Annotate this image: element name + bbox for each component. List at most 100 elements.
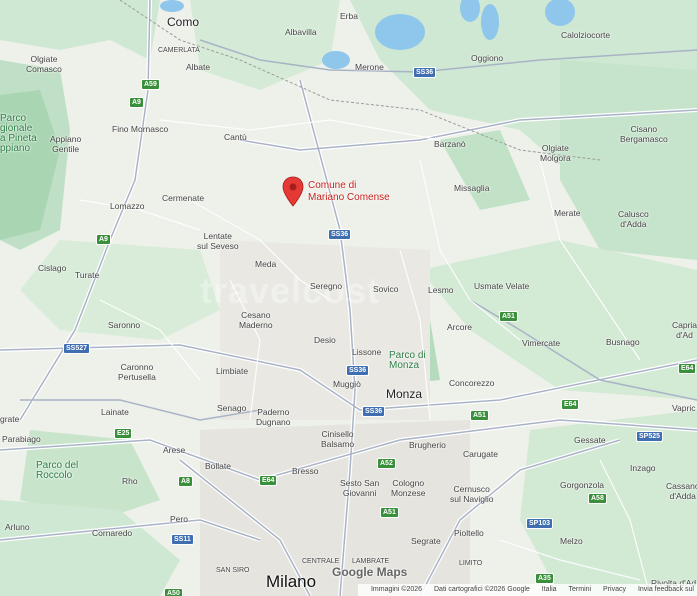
road-shield: A35 — [535, 573, 554, 584]
place-vaprio: Vapric — [672, 403, 696, 413]
place-segrate: Segrate — [411, 536, 441, 546]
road-shield: A51 — [470, 410, 489, 421]
road-shield: A51 — [499, 311, 518, 322]
place-bollate: Bollate — [205, 461, 231, 471]
attribution-imagery: Immagini ©2026 — [370, 586, 423, 593]
place-busnago: Busnago — [606, 337, 640, 347]
place-gessate: Gessate — [574, 435, 606, 445]
place-brugherio: Brugherio — [409, 440, 446, 450]
road-shield: A9 — [96, 234, 111, 245]
place-gorgonzola: Gorgonzola — [560, 480, 604, 490]
place-desio: Desio — [314, 335, 336, 345]
place-merone: Merone — [355, 62, 384, 72]
place-cesano: Cesano Maderno — [239, 310, 273, 330]
road-shield: SP103 — [526, 518, 554, 529]
road-shield: A51 — [380, 507, 399, 518]
place-paderno: Paderno Dugnano — [256, 407, 291, 427]
place-melzo: Melzo — [560, 536, 583, 546]
place-cologno: Cologno Monzese — [391, 478, 426, 498]
place-camerlata: CAMERLATA — [158, 47, 200, 54]
place-cisano-bergamasco: Cisano Bergamasco — [620, 124, 668, 144]
terms-link[interactable]: Termini — [569, 586, 592, 593]
road-shield: SS11 — [171, 534, 194, 545]
road-shield: A50 — [164, 588, 183, 596]
road-shield: A58 — [588, 493, 607, 504]
attribution-bar: Immagini ©2026 Dati cartografici ©2026 G… — [357, 584, 697, 596]
road-shield: SS36 — [413, 67, 437, 78]
place-arese: Arese — [163, 445, 186, 455]
place-oggiono: Oggiono — [471, 53, 504, 63]
place-appiano-gentile: Appiano Gentile — [50, 134, 82, 154]
place-lainate: Lainate — [101, 407, 129, 417]
road-shield: SP525 — [636, 431, 664, 442]
place-san-siro: SAN SIRO — [216, 567, 250, 574]
place-limito: LIMITO — [459, 560, 483, 567]
place-como: Como — [167, 15, 200, 29]
pin-label-line2: Mariano Comense — [308, 192, 390, 203]
place-cinisello: Cinisello Balsamo — [321, 429, 355, 449]
place-albate: Albate — [186, 62, 211, 72]
place-caronno: Caronno Pertusella — [118, 362, 156, 382]
place-lissone: Lissone — [352, 347, 382, 357]
place-rho: Rho — [122, 476, 138, 486]
place-carugate: Carugate — [463, 449, 498, 459]
road-shield: A8 — [178, 476, 193, 487]
place-olgiate-comasco: Olgiate Comasco — [26, 54, 62, 74]
place-milano: Milano — [266, 572, 317, 591]
place-arluno: Arluno — [5, 522, 30, 532]
road-shield: SS527 — [63, 343, 91, 354]
google-maps-logo: Google Maps — [332, 565, 408, 579]
road-shield: SS36 — [328, 229, 352, 240]
place-capriate: Capria d'Ad — [672, 320, 697, 340]
place-seregno: Seregno — [310, 281, 343, 291]
road-shield: E25 — [114, 428, 133, 439]
map-view[interactable]: travelcost Comune di Mariano Comense Com… — [0, 0, 697, 596]
place-turate: Turate — [75, 270, 100, 280]
road-shield: E64 — [561, 399, 580, 410]
place-olgiate-molgora: Olgiate Molgora — [540, 143, 571, 163]
place-vimercate: Vimercate — [522, 338, 561, 348]
place-sovico: Sovico — [373, 284, 399, 294]
road-shield: A59 — [141, 79, 160, 90]
place-parco-roccolo: Parco del Roccolo — [36, 460, 79, 481]
place-calusco: Calusco d'Adda — [618, 209, 649, 229]
place-monza: Monza — [386, 387, 423, 401]
attribution-country[interactable]: Italia — [542, 586, 557, 593]
road-shield: E64 — [678, 363, 697, 374]
road-shield: A9 — [129, 97, 144, 108]
attribution-data: Dati cartografici ©2026 Google — [434, 586, 530, 593]
place-cornaredo: Cornaredo — [92, 528, 133, 538]
place-missaglia: Missaglia — [454, 183, 490, 193]
feedback-link[interactable]: Invia feedback sul — [638, 586, 694, 593]
place-muggio: Muggiò — [333, 379, 361, 389]
place-grate: grate — [0, 414, 20, 424]
place-cermenate: Cermenate — [162, 193, 205, 203]
road-shield: E64 — [259, 475, 278, 486]
place-limbiate: Limbiate — [216, 366, 249, 376]
place-concorezzo: Concorezzo — [449, 378, 495, 388]
place-cislago: Cislago — [38, 263, 67, 273]
place-pioltello: Pioltello — [454, 528, 484, 538]
place-arcore: Arcore — [447, 322, 473, 332]
place-fino-mornasco: Fino Mornasco — [112, 124, 169, 134]
place-parco-monza: Parco di Monza — [389, 350, 426, 371]
road-shield: SS36 — [346, 365, 370, 376]
place-meda: Meda — [255, 259, 277, 269]
place-cantu: Cantù — [224, 132, 247, 142]
road-shield: A52 — [377, 458, 396, 469]
place-sesto: Sesto San Giovanni — [340, 478, 380, 498]
place-erba: Erba — [340, 11, 358, 21]
pin-label-line1: Comune di — [308, 180, 357, 191]
road-shield: SS36 — [362, 406, 386, 417]
place-senago: Senago — [217, 403, 247, 413]
place-inzago: Inzago — [630, 463, 656, 473]
privacy-link[interactable]: Privacy — [603, 586, 626, 593]
place-barzano: Barzanò — [434, 139, 466, 149]
place-merate: Merate — [554, 208, 581, 218]
place-saronno: Saronno — [108, 320, 141, 330]
watermark: travelcost — [200, 270, 381, 311]
place-bresso: Bresso — [292, 466, 319, 476]
place-lentate: Lentate sul Seveso — [197, 231, 239, 251]
pin-label[interactable]: Comune di Mariano Comense — [308, 180, 390, 204]
place-lesmo: Lesmo — [428, 285, 454, 295]
